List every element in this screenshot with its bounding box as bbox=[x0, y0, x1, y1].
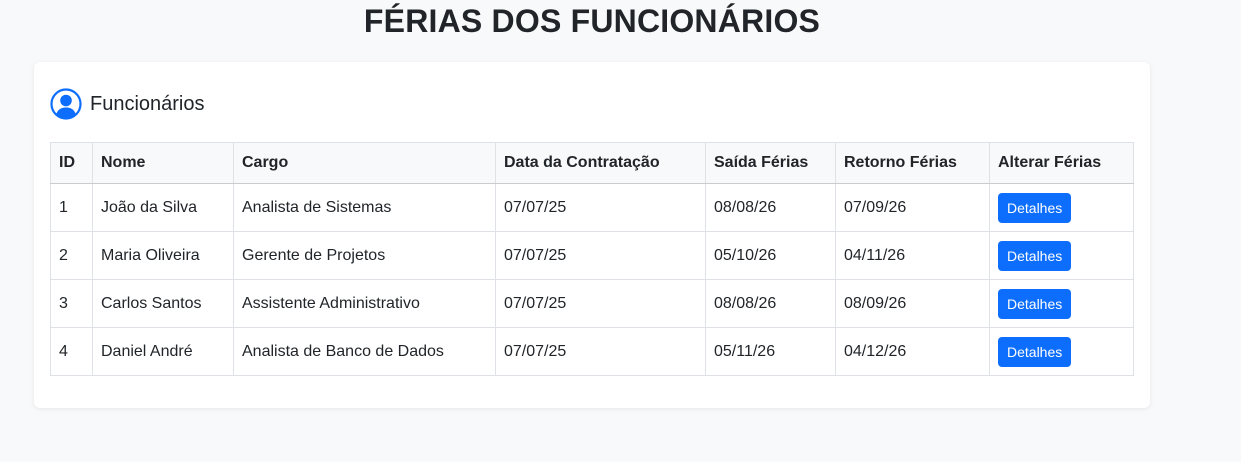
cell-saida-ferias: 08/08/26 bbox=[705, 183, 836, 232]
details-button[interactable]: Detalhes bbox=[998, 192, 1072, 223]
table-header-row: ID Nome Cargo Data da Contratação Saída … bbox=[50, 142, 1134, 184]
table-row: 2 Maria Oliveira Gerente de Projetos 07/… bbox=[50, 231, 1134, 280]
cell-data-contratacao: 07/07/25 bbox=[495, 279, 706, 328]
cell-nome: Carlos Santos bbox=[92, 279, 234, 328]
user-circle-icon bbox=[50, 88, 82, 120]
employees-table: ID Nome Cargo Data da Contratação Saída … bbox=[50, 142, 1134, 376]
cell-action: Detalhes bbox=[989, 183, 1134, 232]
details-button[interactable]: Detalhes bbox=[998, 336, 1072, 367]
employees-card: Funcionários ID Nome Cargo Data da Contr… bbox=[34, 62, 1150, 408]
table-row: 3 Carlos Santos Assistente Administrativ… bbox=[50, 279, 1134, 328]
cell-cargo: Analista de Sistemas bbox=[233, 183, 496, 232]
cell-cargo: Assistente Administrativo bbox=[233, 279, 496, 328]
header-cargo: Cargo bbox=[233, 142, 496, 184]
cell-id: 1 bbox=[50, 183, 93, 232]
cell-saida-ferias: 08/08/26 bbox=[705, 279, 836, 328]
cell-saida-ferias: 05/11/26 bbox=[705, 327, 836, 376]
card-title: Funcionários bbox=[90, 93, 205, 115]
cell-action: Detalhes bbox=[989, 231, 1134, 280]
table-row: 4 Daniel André Analista de Banco de Dado… bbox=[50, 327, 1134, 376]
cell-data-contratacao: 07/07/25 bbox=[495, 231, 706, 280]
details-button[interactable]: Detalhes bbox=[998, 288, 1072, 319]
cell-data-contratacao: 07/07/25 bbox=[495, 327, 706, 376]
cell-action: Detalhes bbox=[989, 327, 1134, 376]
cell-action: Detalhes bbox=[989, 279, 1134, 328]
cell-nome: Maria Oliveira bbox=[92, 231, 234, 280]
cell-id: 3 bbox=[50, 279, 93, 328]
header-saida-ferias: Saída Férias bbox=[705, 142, 836, 184]
header-id: ID bbox=[50, 142, 93, 184]
header-retorno-ferias: Retorno Férias bbox=[835, 142, 990, 184]
card-header: Funcionários bbox=[50, 87, 205, 121]
header-alterar-ferias: Alterar Férias bbox=[989, 142, 1134, 184]
header-data-contratacao: Data da Contratação bbox=[495, 142, 706, 184]
header-nome: Nome bbox=[92, 142, 234, 184]
cell-cargo: Gerente de Projetos bbox=[233, 231, 496, 280]
cell-nome: Daniel André bbox=[92, 327, 234, 376]
cell-retorno-ferias: 08/09/26 bbox=[835, 279, 990, 328]
cell-data-contratacao: 07/07/25 bbox=[495, 183, 706, 232]
cell-cargo: Analista de Banco de Dados bbox=[233, 327, 496, 376]
page-title: FÉRIAS DOS FUNCIONÁRIOS bbox=[363, 3, 821, 39]
cell-saida-ferias: 05/10/26 bbox=[705, 231, 836, 280]
cell-retorno-ferias: 07/09/26 bbox=[835, 183, 990, 232]
table-row: 1 João da Silva Analista de Sistemas 07/… bbox=[50, 183, 1134, 232]
cell-retorno-ferias: 04/12/26 bbox=[835, 327, 990, 376]
details-button[interactable]: Detalhes bbox=[998, 240, 1072, 271]
cell-id: 4 bbox=[50, 327, 93, 376]
cell-retorno-ferias: 04/11/26 bbox=[835, 231, 990, 280]
cell-id: 2 bbox=[50, 231, 93, 280]
cell-nome: João da Silva bbox=[92, 183, 234, 232]
